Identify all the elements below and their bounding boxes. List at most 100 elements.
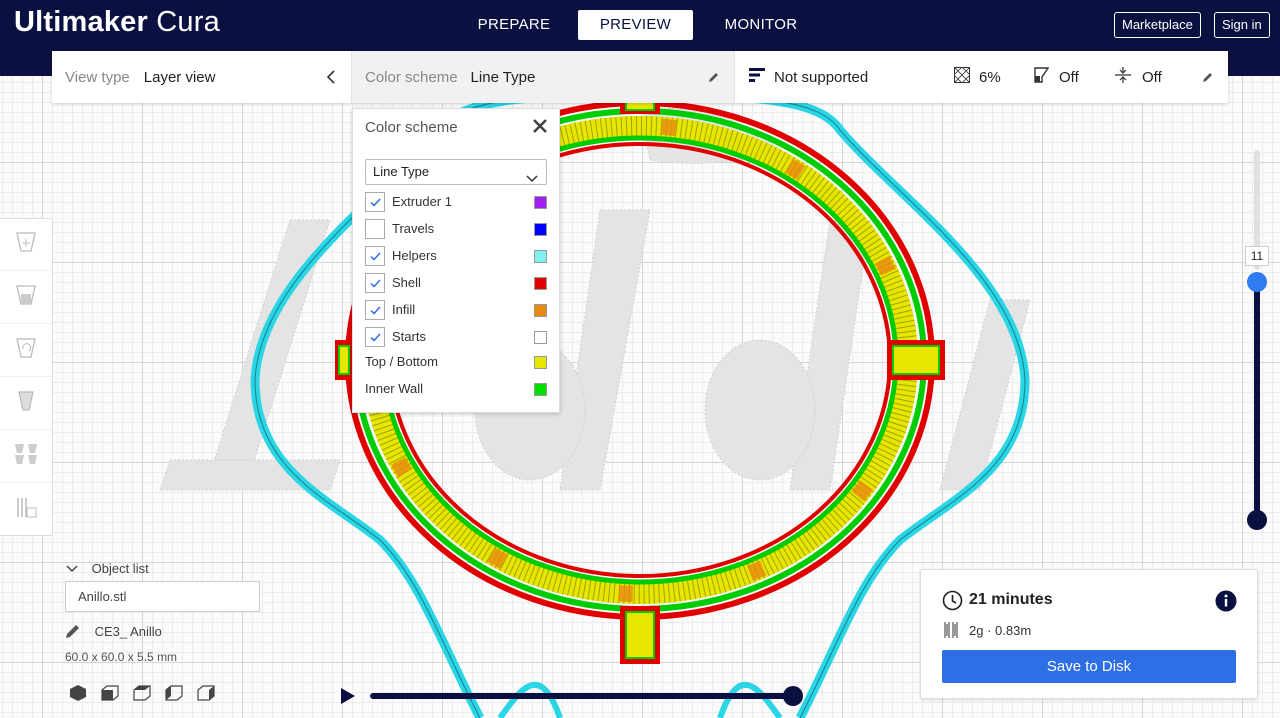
- move-icon: [13, 229, 39, 260]
- tab-preview[interactable]: PREVIEW: [578, 10, 693, 40]
- job-name-label: CE3_ Anillo: [94, 624, 162, 639]
- color-scheme-value: Line Type: [470, 68, 536, 86]
- color-scheme-selector[interactable]: Color scheme Line Type: [352, 51, 734, 103]
- chevron-down-icon: [526, 167, 538, 191]
- tool-toolbar: [0, 218, 53, 536]
- front-view-icon[interactable]: [101, 684, 119, 702]
- right-view-icon[interactable]: [197, 684, 215, 702]
- object-list-toggle[interactable]: Object list: [66, 561, 149, 576]
- extruder-1-checkbox[interactable]: [365, 192, 385, 212]
- color-scheme-panel-title: Color scheme: [365, 119, 458, 136]
- job-name[interactable]: CE3_ Anillo: [65, 623, 162, 642]
- print-information-panel: 21 minutes 2g · 0.83m Save to Disk: [920, 569, 1258, 699]
- tab-prepare[interactable]: PREPARE: [472, 10, 556, 40]
- layer-number-input[interactable]: 11: [1245, 246, 1269, 266]
- rotate-icon: [13, 335, 39, 366]
- chevron-left-icon[interactable]: [326, 51, 336, 103]
- move-tool-button[interactable]: [0, 219, 52, 271]
- view-type-label: View type: [65, 68, 130, 86]
- close-icon[interactable]: [531, 117, 549, 135]
- view-toolbar: View type Layer view Color scheme Line T…: [52, 51, 1228, 103]
- tab-monitor[interactable]: MONITOR: [716, 10, 806, 40]
- chevron-down-icon: [66, 561, 78, 576]
- layer-slider-upper-handle[interactable]: [1247, 272, 1267, 292]
- play-icon[interactable]: [338, 686, 358, 706]
- color-swatch: [534, 356, 547, 369]
- print-setup-profile[interactable]: Not supported: [749, 51, 868, 103]
- legend-item-inner-wall: Inner Wall: [365, 378, 547, 400]
- adhesion-icon: [1115, 67, 1131, 87]
- legend-label: Top / Bottom: [365, 354, 438, 369]
- sign-in-button[interactable]: Sign in: [1214, 12, 1270, 38]
- legend-item-extruder-1[interactable]: Extruder 1: [365, 191, 547, 213]
- color-scheme-dropdown-value: Line Type: [373, 164, 430, 179]
- mirror-icon: [13, 388, 39, 419]
- color-scheme-label: Color scheme: [365, 68, 458, 86]
- mirror-tool-button[interactable]: [0, 378, 52, 430]
- path-slider-track[interactable]: [370, 693, 796, 699]
- app-logo: Ultimaker Cura: [14, 6, 220, 39]
- support-blocker-icon: [13, 495, 39, 526]
- left-view-icon[interactable]: [165, 684, 183, 702]
- legend-label: Shell: [392, 275, 421, 290]
- layer-slider-track[interactable]: [1254, 282, 1260, 520]
- view-type-value: Layer view: [143, 68, 216, 86]
- 3d-view-icon[interactable]: [69, 684, 87, 702]
- infill-value: 6%: [979, 68, 1001, 86]
- infill-checkbox[interactable]: [365, 300, 385, 320]
- rotate-tool-button[interactable]: [0, 325, 52, 377]
- per-model-settings-button[interactable]: [0, 431, 52, 483]
- color-swatch: [534, 304, 547, 317]
- travels-checkbox[interactable]: [365, 219, 385, 239]
- material-usage: 2g · 0.83m: [969, 623, 1032, 638]
- legend-item-infill[interactable]: Infill: [365, 299, 547, 321]
- color-scheme-panel: Color scheme Line Type Extruder 1 Travel…: [352, 108, 560, 413]
- adhesion-value: Off: [1142, 68, 1162, 86]
- color-swatch: [534, 331, 547, 344]
- brand-product: Cura: [156, 6, 220, 38]
- layer-slider-lower-handle[interactable]: [1247, 510, 1267, 530]
- pencil-icon[interactable]: [1202, 51, 1214, 103]
- shell-checkbox[interactable]: [365, 273, 385, 293]
- object-list-label: Object list: [91, 561, 149, 576]
- legend-item-travels[interactable]: Travels: [365, 218, 547, 240]
- support-icon: [1033, 67, 1050, 87]
- pencil-icon[interactable]: [708, 70, 720, 87]
- pencil-icon: [65, 625, 81, 642]
- support-setting[interactable]: Off: [1033, 51, 1079, 103]
- print-time: 21 minutes: [969, 591, 1053, 608]
- object-list-item[interactable]: Anillo.stl: [65, 581, 260, 612]
- infill-setting[interactable]: 6%: [953, 51, 1001, 103]
- scale-tool-button[interactable]: [0, 272, 52, 324]
- starts-checkbox[interactable]: [365, 327, 385, 347]
- color-swatch: [534, 250, 547, 263]
- view-type-selector[interactable]: View type Layer view: [65, 51, 215, 103]
- scale-icon: [13, 282, 39, 313]
- save-to-disk-button[interactable]: Save to Disk: [942, 650, 1236, 683]
- legend-label: Inner Wall: [365, 381, 424, 396]
- info-icon[interactable]: [1215, 590, 1237, 617]
- legend-item-helpers[interactable]: Helpers: [365, 245, 547, 267]
- brand-name: Ultimaker: [14, 6, 148, 38]
- legend-label: Travels: [392, 221, 435, 236]
- per-model-settings-icon: [13, 441, 39, 472]
- color-scheme-dropdown[interactable]: Line Type: [365, 159, 547, 185]
- support-blocker-button[interactable]: [0, 484, 52, 536]
- color-swatch: [534, 196, 547, 209]
- support-value: Off: [1059, 68, 1079, 86]
- helpers-checkbox[interactable]: [365, 246, 385, 266]
- legend-label: Infill: [392, 302, 416, 317]
- adhesion-setting[interactable]: Off: [1115, 51, 1162, 103]
- legend-item-starts[interactable]: Starts: [365, 326, 547, 348]
- legend-item-shell[interactable]: Shell: [365, 272, 547, 294]
- profile-icon: [749, 67, 765, 87]
- path-slider-handle[interactable]: [783, 686, 803, 706]
- color-swatch: [534, 223, 547, 236]
- clock-icon: [942, 590, 963, 616]
- marketplace-button[interactable]: Marketplace: [1114, 12, 1201, 38]
- legend-item-top-bottom: Top / Bottom: [365, 351, 547, 373]
- filament-icon: [944, 621, 960, 644]
- legend-label: Helpers: [392, 248, 437, 263]
- top-view-icon[interactable]: [133, 684, 151, 702]
- object-dimensions: 60.0 x 60.0 x 5.5 mm: [65, 650, 178, 664]
